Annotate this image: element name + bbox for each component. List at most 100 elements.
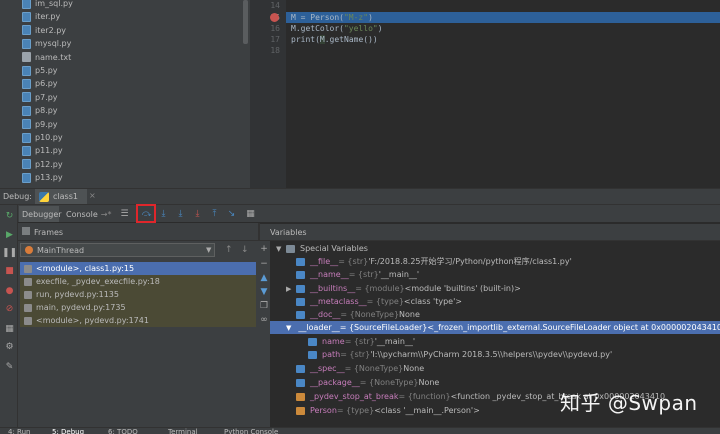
project-file-label: iter.py xyxy=(35,12,61,22)
close-icon[interactable]: × xyxy=(89,191,96,200)
frames-title: Frames xyxy=(34,228,64,237)
frame-row[interactable]: execfile, _pydev_execfile.py:18 xyxy=(20,275,256,288)
frame-row[interactable]: <module>, class1.py:15 xyxy=(20,262,256,275)
variable-icon xyxy=(296,297,305,306)
glasses-icon[interactable]: ∞ xyxy=(259,315,269,325)
view-breakpoints-icon[interactable]: ● xyxy=(4,285,15,296)
variable-icon xyxy=(308,337,317,346)
tab-debugger[interactable]: Debugger xyxy=(19,206,62,222)
variable-row[interactable]: __metaclass__ = {type} <class 'type'> xyxy=(296,295,462,308)
project-file-item[interactable]: p12.py xyxy=(22,158,63,171)
debug-tool-window-header xyxy=(0,188,720,205)
variable-row[interactable]: __spec__ = {NoneType} None xyxy=(296,362,424,375)
variable-icon xyxy=(296,310,305,319)
project-file-label: p13.py xyxy=(35,173,63,183)
project-file-label: im_sql.py xyxy=(35,0,73,8)
frame-row[interactable]: <module>, pydevd.py:1741 xyxy=(20,314,256,327)
variable-row[interactable]: __package__ = {NoneType} None xyxy=(296,376,439,389)
frame-row[interactable]: main, pydevd.py:1735 xyxy=(20,301,256,314)
settings-icon[interactable]: ⚙ xyxy=(4,341,15,352)
project-file-item[interactable]: p13.py xyxy=(22,171,63,184)
project-file-label: p5.py xyxy=(35,66,58,75)
project-file-item[interactable]: name.txt xyxy=(22,51,71,64)
pin-icon[interactable]: ✎ xyxy=(4,361,15,372)
python-file-icon xyxy=(22,159,31,170)
tab-terminal[interactable]: Terminal xyxy=(168,428,198,434)
variable-row[interactable]: __name__ = {str} '__main__' xyxy=(296,268,419,281)
chevron-down-icon[interactable]: ▼ xyxy=(206,246,211,254)
frame-icon xyxy=(24,303,32,312)
project-file-label: p12.py xyxy=(35,159,63,169)
evaluate-icon[interactable]: ▦ xyxy=(244,208,257,220)
breakpoint-icon[interactable] xyxy=(270,13,279,22)
run-to-cursor-icon[interactable]: ↘ xyxy=(225,208,238,220)
rerun-icon[interactable]: ↻ xyxy=(4,210,15,221)
python-file-icon xyxy=(22,25,31,36)
variable-row[interactable]: ▶ __builtins__ = {module} <module 'builti… xyxy=(286,282,521,295)
editor-gutter: 14 15 16 17 18 xyxy=(250,0,286,188)
watermark: 知乎 @Swpan xyxy=(560,391,698,415)
variable-icon xyxy=(296,270,305,279)
thread-select[interactable]: MainThread xyxy=(20,243,215,257)
stop-icon[interactable]: ■ xyxy=(4,265,15,276)
python-icon xyxy=(39,191,49,202)
copy-icon[interactable]: ❐ xyxy=(259,301,269,311)
project-file-item[interactable]: im_sql.py xyxy=(22,0,73,10)
project-file-item[interactable]: p7.py xyxy=(22,91,58,104)
code-line-15[interactable]: M = Person("M-z") xyxy=(291,12,373,23)
text-file-icon xyxy=(22,52,31,63)
project-file-label: mysql.py xyxy=(35,39,72,49)
special-variables-node[interactable]: ▼ Special Variables xyxy=(276,242,368,255)
chevron-down-icon[interactable]: ▼ xyxy=(276,245,284,253)
tab-python-console[interactable]: Python Console xyxy=(224,428,278,434)
code-line-17[interactable]: print(M.getName()) xyxy=(291,34,378,45)
debug-session-tab[interactable]: class1 xyxy=(35,189,87,204)
step-out-icon[interactable]: ⤒ xyxy=(208,208,221,220)
tab-console[interactable]: Console →* xyxy=(60,206,111,222)
move-down-icon[interactable]: ▼ xyxy=(259,287,269,297)
python-file-icon xyxy=(22,11,31,22)
project-file-item[interactable]: p10.py xyxy=(22,131,63,144)
mute-breakpoints-icon[interactable]: ⊘ xyxy=(4,303,15,314)
resume-icon[interactable]: ▶ xyxy=(4,229,15,240)
python-file-icon xyxy=(22,78,31,89)
project-file-item[interactable]: iter2.py xyxy=(22,24,66,37)
move-up-icon[interactable]: ▲ xyxy=(259,273,269,283)
tab-todo[interactable]: 6: TODO xyxy=(108,428,138,434)
variable-icon xyxy=(296,378,305,387)
force-step-into-icon[interactable]: ⤓ xyxy=(191,208,204,220)
remove-watch-icon[interactable]: − xyxy=(259,259,269,269)
layout-icon[interactable]: ▦ xyxy=(4,323,15,334)
project-file-item[interactable]: p9.py xyxy=(22,118,58,131)
project-scrollbar[interactable] xyxy=(243,0,248,44)
step-into-my-code-icon[interactable]: ⤓ xyxy=(174,208,187,220)
project-file-item[interactable]: iter.py xyxy=(22,10,60,23)
project-file-item[interactable]: p11.py xyxy=(22,144,63,157)
up-arrow-icon[interactable]: ↑ xyxy=(225,245,233,255)
code-line-16[interactable]: M.getColor("yello") xyxy=(291,23,383,34)
project-file-item[interactable]: p8.py xyxy=(22,104,58,117)
project-file-item[interactable]: mysql.py xyxy=(22,37,71,50)
variable-icon xyxy=(308,350,317,359)
down-arrow-icon[interactable]: ↓ xyxy=(241,245,249,255)
line-number: 18 xyxy=(270,46,280,55)
project-file-item[interactable]: p5.py xyxy=(22,64,58,77)
variable-row[interactable]: Person = {type} <class '__main__.Person'… xyxy=(296,404,480,417)
pause-icon[interactable]: ❚❚ xyxy=(2,247,17,258)
tab-run[interactable]: 4: Run xyxy=(8,428,30,434)
add-watch-icon[interactable]: + xyxy=(259,244,269,254)
variable-row[interactable]: __file__ = {str} 'F:/2018.8.25开始学习/Pytho… xyxy=(296,255,572,268)
frame-row[interactable]: run, pydevd.py:1135 xyxy=(20,288,256,301)
list-icon[interactable]: ☰ xyxy=(118,208,131,220)
variable-row[interactable]: path = {str} 'I:\\pycharm\\PyCharm 2018.… xyxy=(308,348,612,361)
python-file-icon xyxy=(22,0,31,9)
chevron-down-icon[interactable]: ▼ xyxy=(286,324,291,332)
variable-row[interactable]: name = {str} '__main__' xyxy=(308,335,415,348)
variable-row-selected[interactable]: ▼ __loader__ = {SourceFileLoader} <_froze… xyxy=(270,321,720,334)
project-file-item[interactable]: p6.py xyxy=(22,77,58,90)
line-number: 14 xyxy=(270,1,280,10)
tab-debug[interactable]: 5: Debug xyxy=(52,428,84,434)
chevron-right-icon[interactable]: ▶ xyxy=(286,285,294,293)
variable-row[interactable]: __doc__ = {NoneType} None xyxy=(296,308,420,321)
step-into-icon[interactable]: ⤓ xyxy=(157,208,170,220)
